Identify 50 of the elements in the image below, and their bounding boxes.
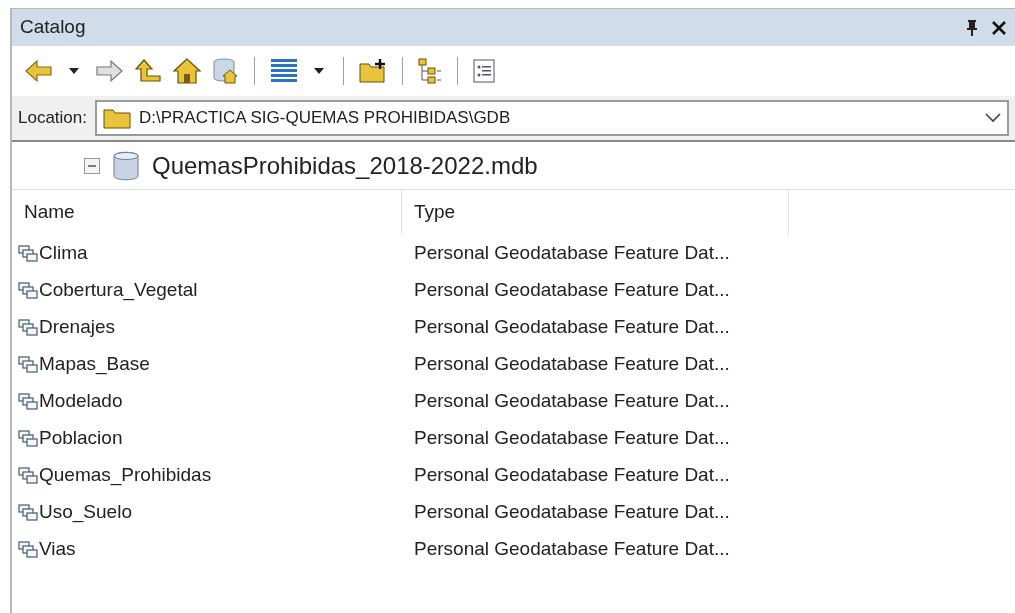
tree-view-icon[interactable] bbox=[417, 57, 443, 85]
feature-dataset-icon bbox=[18, 355, 38, 374]
up-level-arrow-icon[interactable] bbox=[134, 58, 162, 84]
feature-dataset-icon bbox=[18, 429, 38, 448]
database-home-icon[interactable] bbox=[212, 57, 240, 85]
feature-dataset-icon bbox=[18, 318, 38, 337]
dataset-item[interactable]: Modelado bbox=[12, 387, 402, 416]
table-cell-text: Personal Geodatabase Feature Dat... bbox=[413, 241, 730, 266]
dataset-item[interactable]: Poblacion bbox=[12, 424, 402, 453]
forward-arrow-icon[interactable] bbox=[94, 58, 124, 84]
back-dropdown-caret-icon[interactable] bbox=[68, 67, 80, 75]
feature-dataset-icon bbox=[18, 540, 38, 559]
dataset-item[interactable]: Vias bbox=[12, 535, 402, 564]
details-icon[interactable] bbox=[472, 58, 496, 84]
dataset-item[interactable]: Drenajes bbox=[12, 313, 402, 342]
folder-icon bbox=[103, 107, 131, 129]
close-icon[interactable] bbox=[991, 19, 1007, 36]
feature-dataset-icon bbox=[18, 244, 38, 263]
pin-icon[interactable] bbox=[965, 18, 979, 37]
location-label: Location: bbox=[18, 107, 87, 130]
table-cell-text: Personal Geodatabase Feature Dat... bbox=[413, 278, 730, 303]
chevron-down-icon[interactable] bbox=[985, 113, 1001, 123]
geodatabase-name[interactable]: QuemasProhibidas_2018-2022.mdb bbox=[152, 147, 538, 184]
column-header[interactable]: Name bbox=[12, 190, 402, 235]
column-header[interactable]: Type bbox=[402, 190, 789, 235]
dataset-item[interactable]: Quemas_Prohibidas bbox=[12, 461, 402, 490]
dataset-item[interactable]: Uso_Suelo bbox=[12, 498, 402, 527]
connect-folder-icon[interactable] bbox=[358, 58, 388, 84]
window-title: Catalog bbox=[20, 15, 87, 40]
table-cell-text: Personal Geodatabase Feature Dat... bbox=[413, 389, 730, 414]
location-field[interactable]: D:\PRACTICA SIG-QUEMAS PROHIBIDAS\GDB bbox=[95, 100, 1009, 136]
list-view-icon[interactable] bbox=[269, 57, 299, 85]
dataset-item[interactable]: Cobertura_Vegetal bbox=[12, 276, 402, 305]
table-cell-text: Personal Geodatabase Feature Dat... bbox=[413, 500, 730, 525]
dataset-item[interactable]: Mapas_Base bbox=[12, 350, 402, 379]
table-cell-text: Personal Geodatabase Feature Dat... bbox=[413, 315, 730, 340]
table-cell-text: Personal Geodatabase Feature Dat... bbox=[413, 463, 730, 488]
dataset-item[interactable]: Clima bbox=[12, 239, 402, 268]
database-icon bbox=[112, 150, 140, 181]
view-dropdown-caret-icon[interactable] bbox=[313, 67, 325, 75]
feature-dataset-icon bbox=[18, 281, 38, 300]
table-cell-text: Personal Geodatabase Feature Dat... bbox=[413, 352, 730, 377]
home-icon[interactable] bbox=[172, 57, 202, 85]
collapse-icon[interactable] bbox=[84, 157, 100, 174]
feature-dataset-icon bbox=[18, 503, 38, 522]
back-arrow-icon[interactable] bbox=[24, 58, 54, 84]
table-cell-text: Personal Geodatabase Feature Dat... bbox=[413, 537, 730, 562]
feature-dataset-icon bbox=[18, 466, 38, 485]
feature-dataset-icon bbox=[18, 392, 38, 411]
table-cell-text: Personal Geodatabase Feature Dat... bbox=[413, 426, 730, 451]
